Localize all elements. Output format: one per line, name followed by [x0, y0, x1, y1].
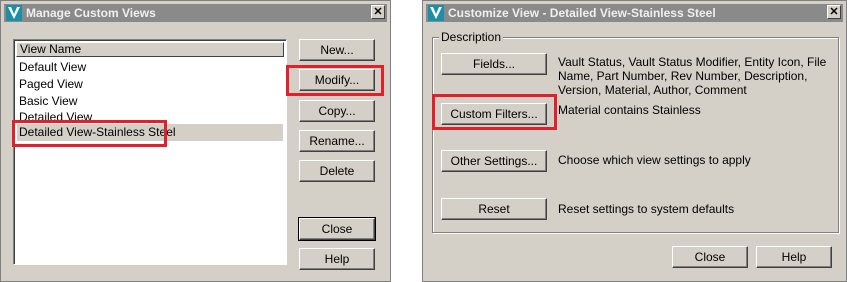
title-bar[interactable]: Manage Custom Views ✕ [4, 4, 387, 22]
fields-description: Vault Status, Vault Status Modifier, Ent… [558, 55, 827, 97]
list-item-paged-view[interactable]: Paged View [17, 76, 283, 93]
help-button[interactable]: Help [299, 248, 375, 270]
list-column-header-view-name[interactable]: View Name [16, 42, 284, 57]
reset-description: Reset settings to system defaults [558, 202, 735, 216]
modify-button[interactable]: Modify... [299, 69, 375, 91]
other-settings-description: Choose which view settings to apply [558, 153, 751, 167]
fields-button[interactable]: Fields... [441, 53, 547, 75]
list-item-default-view[interactable]: Default View [17, 59, 283, 76]
close-icon: ✕ [829, 6, 839, 18]
other-settings-button[interactable]: Other Settings... [441, 150, 547, 172]
rename-button[interactable]: Rename... [299, 130, 375, 152]
custom-filters-button[interactable]: Custom Filters... [441, 103, 547, 125]
list-item-basic-view[interactable]: Basic View [17, 93, 283, 110]
copy-button[interactable]: Copy... [299, 100, 375, 122]
views-listbox[interactable]: View Name Default View Paged View Basic … [13, 39, 287, 265]
delete-button[interactable]: Delete [299, 160, 375, 182]
custom-filters-description: Material contains Stainless [558, 103, 701, 117]
title-bar[interactable]: Customize View - Detailed View-Stainless… [426, 4, 843, 22]
close-window-button[interactable]: ✕ [371, 5, 385, 19]
new-button[interactable]: New... [299, 39, 375, 61]
close-button[interactable]: Close [672, 246, 748, 268]
reset-button[interactable]: Reset [441, 198, 547, 220]
help-button[interactable]: Help [756, 246, 832, 268]
description-group-label: Description [439, 30, 504, 44]
close-window-button[interactable]: ✕ [827, 5, 841, 19]
close-icon: ✕ [373, 6, 383, 18]
customize-view-dialog: Customize View - Detailed View-Stainless… [422, 0, 847, 282]
list-item-detailed-view[interactable]: Detailed View [17, 110, 283, 122]
list-item-detailed-view-stainless-steel[interactable]: Detailed View-Stainless Steel [17, 124, 283, 141]
vault-app-icon [428, 5, 444, 21]
vault-app-icon [6, 5, 22, 21]
close-button[interactable]: Close [298, 217, 376, 241]
dialog-title: Customize View - Detailed View-Stainless… [448, 6, 716, 20]
manage-custom-views-dialog: Manage Custom Views ✕ View Name Default … [0, 0, 391, 282]
dialog-title: Manage Custom Views [26, 6, 156, 20]
